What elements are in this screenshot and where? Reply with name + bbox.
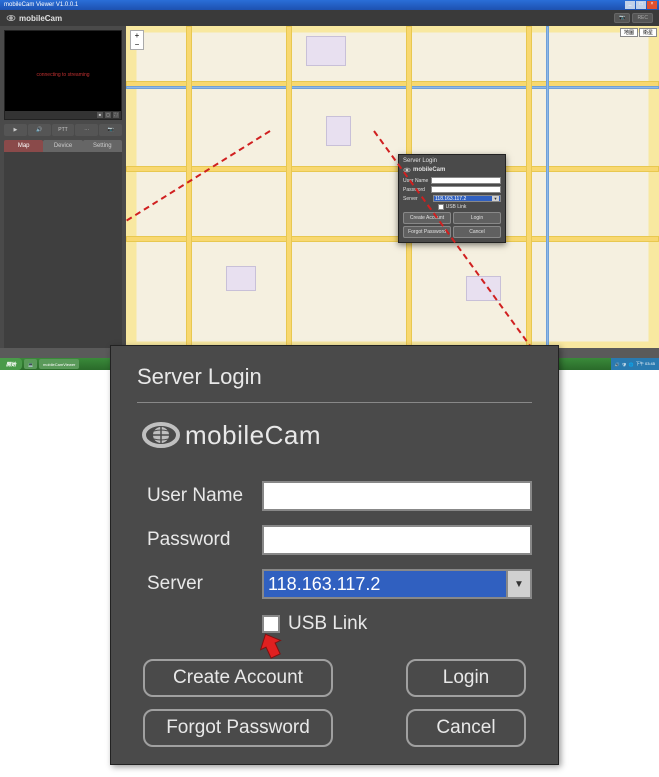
snapshot-button[interactable]: 📷 [99,124,122,136]
sidebar-content [4,152,122,348]
start-button[interactable]: 開始 [0,358,22,370]
eye-globe-icon [6,13,16,23]
login-dialog-large: Server Login mobileCam User Name Passwor… [110,345,559,765]
close-button[interactable]: × [647,1,657,9]
maximize-button[interactable]: □ [636,1,646,9]
cancel-button[interactable]: Cancel [406,709,526,747]
tab-row: Map Device Setting [4,140,122,152]
map-type-satellite[interactable]: 衛星 [639,28,657,37]
minimize-button[interactable]: _ [625,1,635,9]
app-logo: mobileCam [6,13,62,23]
dialog-brand: mobileCam [413,167,445,173]
forgot-password-button[interactable]: Forgot Password [143,709,333,747]
usb-link-label: USB Link [288,613,367,635]
ptt-button[interactable]: PTT [52,124,75,136]
video-ctrl-icon[interactable]: ■ [97,112,103,118]
task-item-desktop[interactable]: 💻 [24,359,37,369]
divider [137,402,532,403]
map-type-badges: 地圖 衛星 [620,28,657,37]
dialog-title: Server Login [137,364,532,390]
control-row: ▶ 🔊 PTT ⋯ 📷 [4,124,122,136]
username-input[interactable] [262,481,532,511]
sidebar: connecting to streaming ■ ▢ ⛶ ▶ 🔊 PTT ⋯ … [0,26,126,348]
tab-device[interactable]: Device [43,140,82,152]
dialog-logo: mobileCam [141,419,532,451]
volume-button[interactable]: 🔊 [28,124,51,136]
login-dialog-small: Server Login mobileCam User Name Passwor… [398,154,506,243]
usb-link-label: USB Link [446,204,467,210]
cam-toggle-button[interactable]: 📷 [614,13,630,23]
cancel-button[interactable]: Cancel [453,226,501,238]
login-button[interactable]: Login [406,659,526,697]
usb-link-checkbox[interactable] [262,615,280,633]
play-button[interactable]: ▶ [4,124,27,136]
chevron-down-icon[interactable]: ▼ [492,196,499,201]
server-dropdown[interactable]: 118.163.117.2 ▼ [262,569,532,599]
dialog-title: Server Login [403,158,501,164]
dialog-brand: mobileCam [185,420,321,451]
brand-text: mobileCam [19,14,62,23]
tray-icon[interactable]: 🌐 [629,362,634,367]
password-input[interactable] [262,525,532,555]
titlebar: mobileCam Viewer V1.0.0.1 _ □ × [0,0,659,10]
video-ctrl-icon[interactable]: ▢ [105,112,111,118]
map-zoom-control[interactable]: +− [130,30,144,50]
dialog-logo: mobileCam [403,166,501,174]
app-header: mobileCam 📷 REC [0,10,659,26]
titlebar-text: mobileCam Viewer V1.0.0.1 [2,2,625,8]
app-window: mobileCam Viewer V1.0.0.1 _ □ × mobileCa… [0,0,659,368]
map-area[interactable]: +− 地圖 衛星 Server Login mobileCam User Nam… [126,26,659,348]
red-arrow-annotation [256,631,286,661]
server-dropdown[interactable]: 118.163.117.2 ▼ [433,195,501,202]
titlebar-buttons: _ □ × [625,1,657,9]
usb-link-checkbox[interactable] [438,204,444,210]
tray-icon[interactable]: 🛡 [622,362,627,367]
rec-button[interactable]: REC [632,13,653,23]
tray-icon[interactable]: 🔊 [615,362,620,367]
password-input[interactable] [431,186,501,193]
video-preview: connecting to streaming ■ ▢ ⛶ [4,30,122,120]
map-type-map[interactable]: 地圖 [620,28,638,37]
video-ctrl-icon[interactable]: ⛶ [113,112,119,118]
tray-time: 下午 03:45 [636,361,655,367]
tab-setting[interactable]: Setting [83,140,122,152]
login-button[interactable]: Login [453,212,501,224]
video-controls: ■ ▢ ⛶ [5,111,121,119]
server-value: 118.163.117.2 [268,574,380,595]
server-value: 118.163.117.2 [435,196,466,202]
create-account-button[interactable]: Create Account [143,659,333,697]
system-tray: 🔊 🛡 🌐 下午 03:45 [611,358,659,370]
server-label: Server [147,573,262,595]
create-account-button[interactable]: Create Account [403,212,451,224]
username-input[interactable] [431,177,501,184]
server-label: Server [403,196,431,202]
task-item-app[interactable]: mobileCamViewer [39,359,79,369]
video-status-text: connecting to streaming [36,72,89,78]
tab-map[interactable]: Map [4,140,43,152]
opts-button[interactable]: ⋯ [75,124,98,136]
eye-globe-icon [141,419,181,451]
chevron-down-icon[interactable]: ▼ [506,569,532,599]
username-label: User Name [147,485,262,507]
password-label: Password [147,529,262,551]
